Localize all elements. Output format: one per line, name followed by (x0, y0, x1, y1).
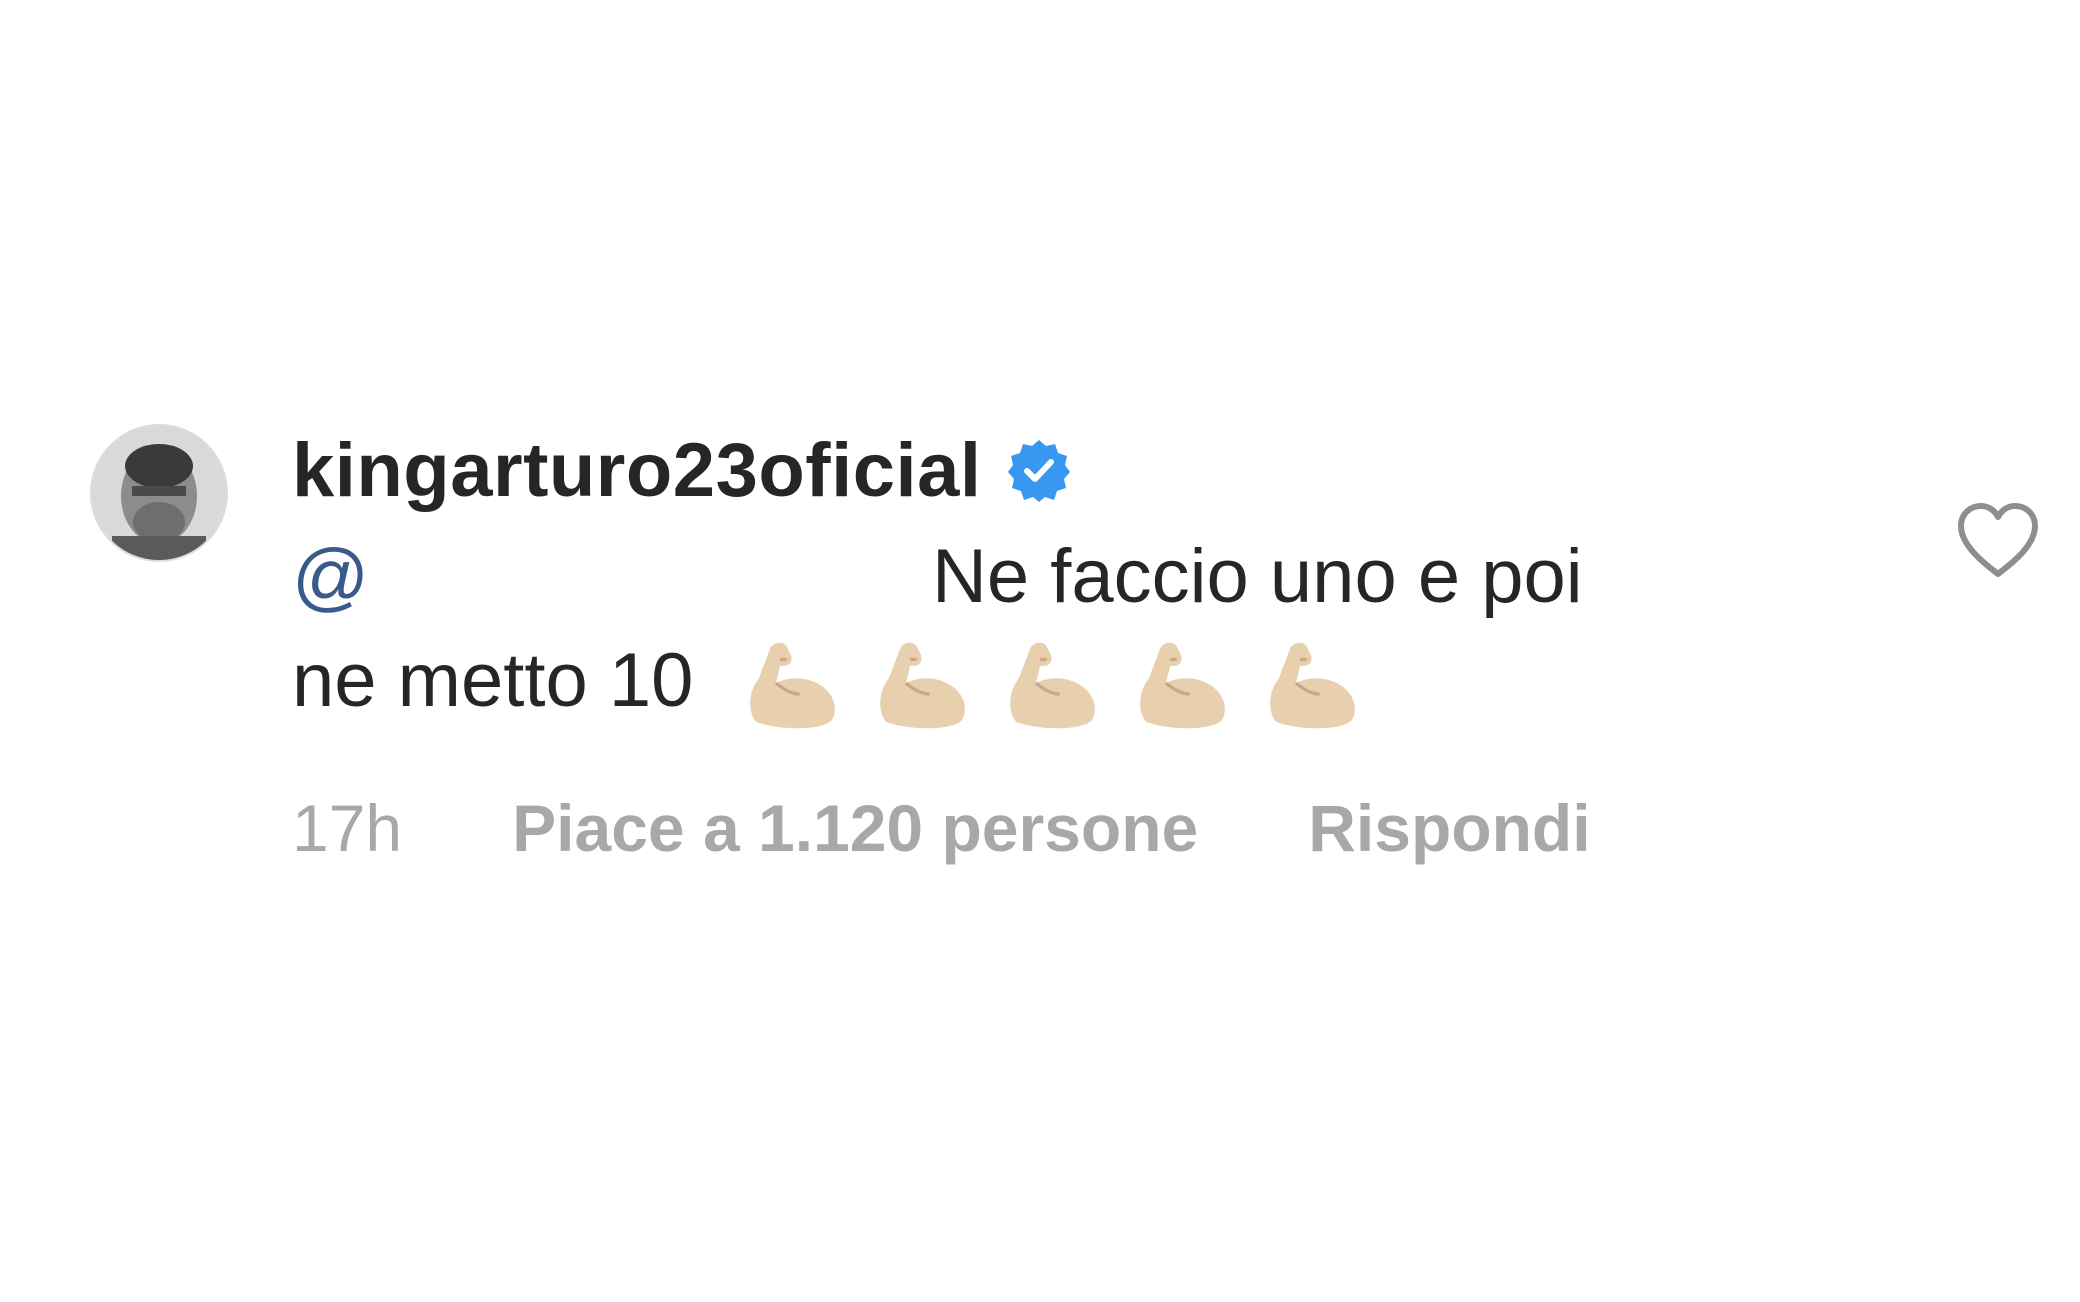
reply-button[interactable]: Rispondi (1308, 790, 1590, 866)
timestamp[interactable]: 17h (292, 790, 402, 866)
flexed-biceps-icon (750, 642, 836, 729)
comment-text-2: ne metto 10 (292, 638, 694, 723)
comment-text-1: Ne faccio uno e poi (932, 534, 1583, 619)
comment-text-line-1: @ Ne faccio uno e poi (292, 532, 1772, 622)
heart-icon[interactable] (1955, 500, 2041, 580)
comment-header: kingarturo23oficial (292, 425, 1071, 515)
avatar[interactable] (90, 424, 228, 562)
avatar-image (92, 426, 226, 560)
username[interactable]: kingarturo23oficial (292, 427, 981, 514)
flexed-biceps-icon (1140, 642, 1226, 729)
flexed-biceps-icon (1270, 642, 1356, 729)
flexed-biceps-icon (1010, 642, 1096, 729)
comment-meta: 17h Piace a 1.120 persone Rispondi (292, 788, 1591, 868)
verified-badge-icon (1008, 440, 1071, 502)
likes-count-button[interactable]: Piace a 1.120 persone (512, 790, 1198, 866)
mention-link[interactable]: @ (292, 532, 932, 622)
comment-text-line-2: ne metto 10 (292, 636, 1365, 729)
emoji-row (737, 627, 1365, 735)
comment-item: kingarturo23oficial @ Ne faccio uno e poi… (0, 0, 2080, 1302)
flexed-biceps-icon (880, 642, 966, 729)
